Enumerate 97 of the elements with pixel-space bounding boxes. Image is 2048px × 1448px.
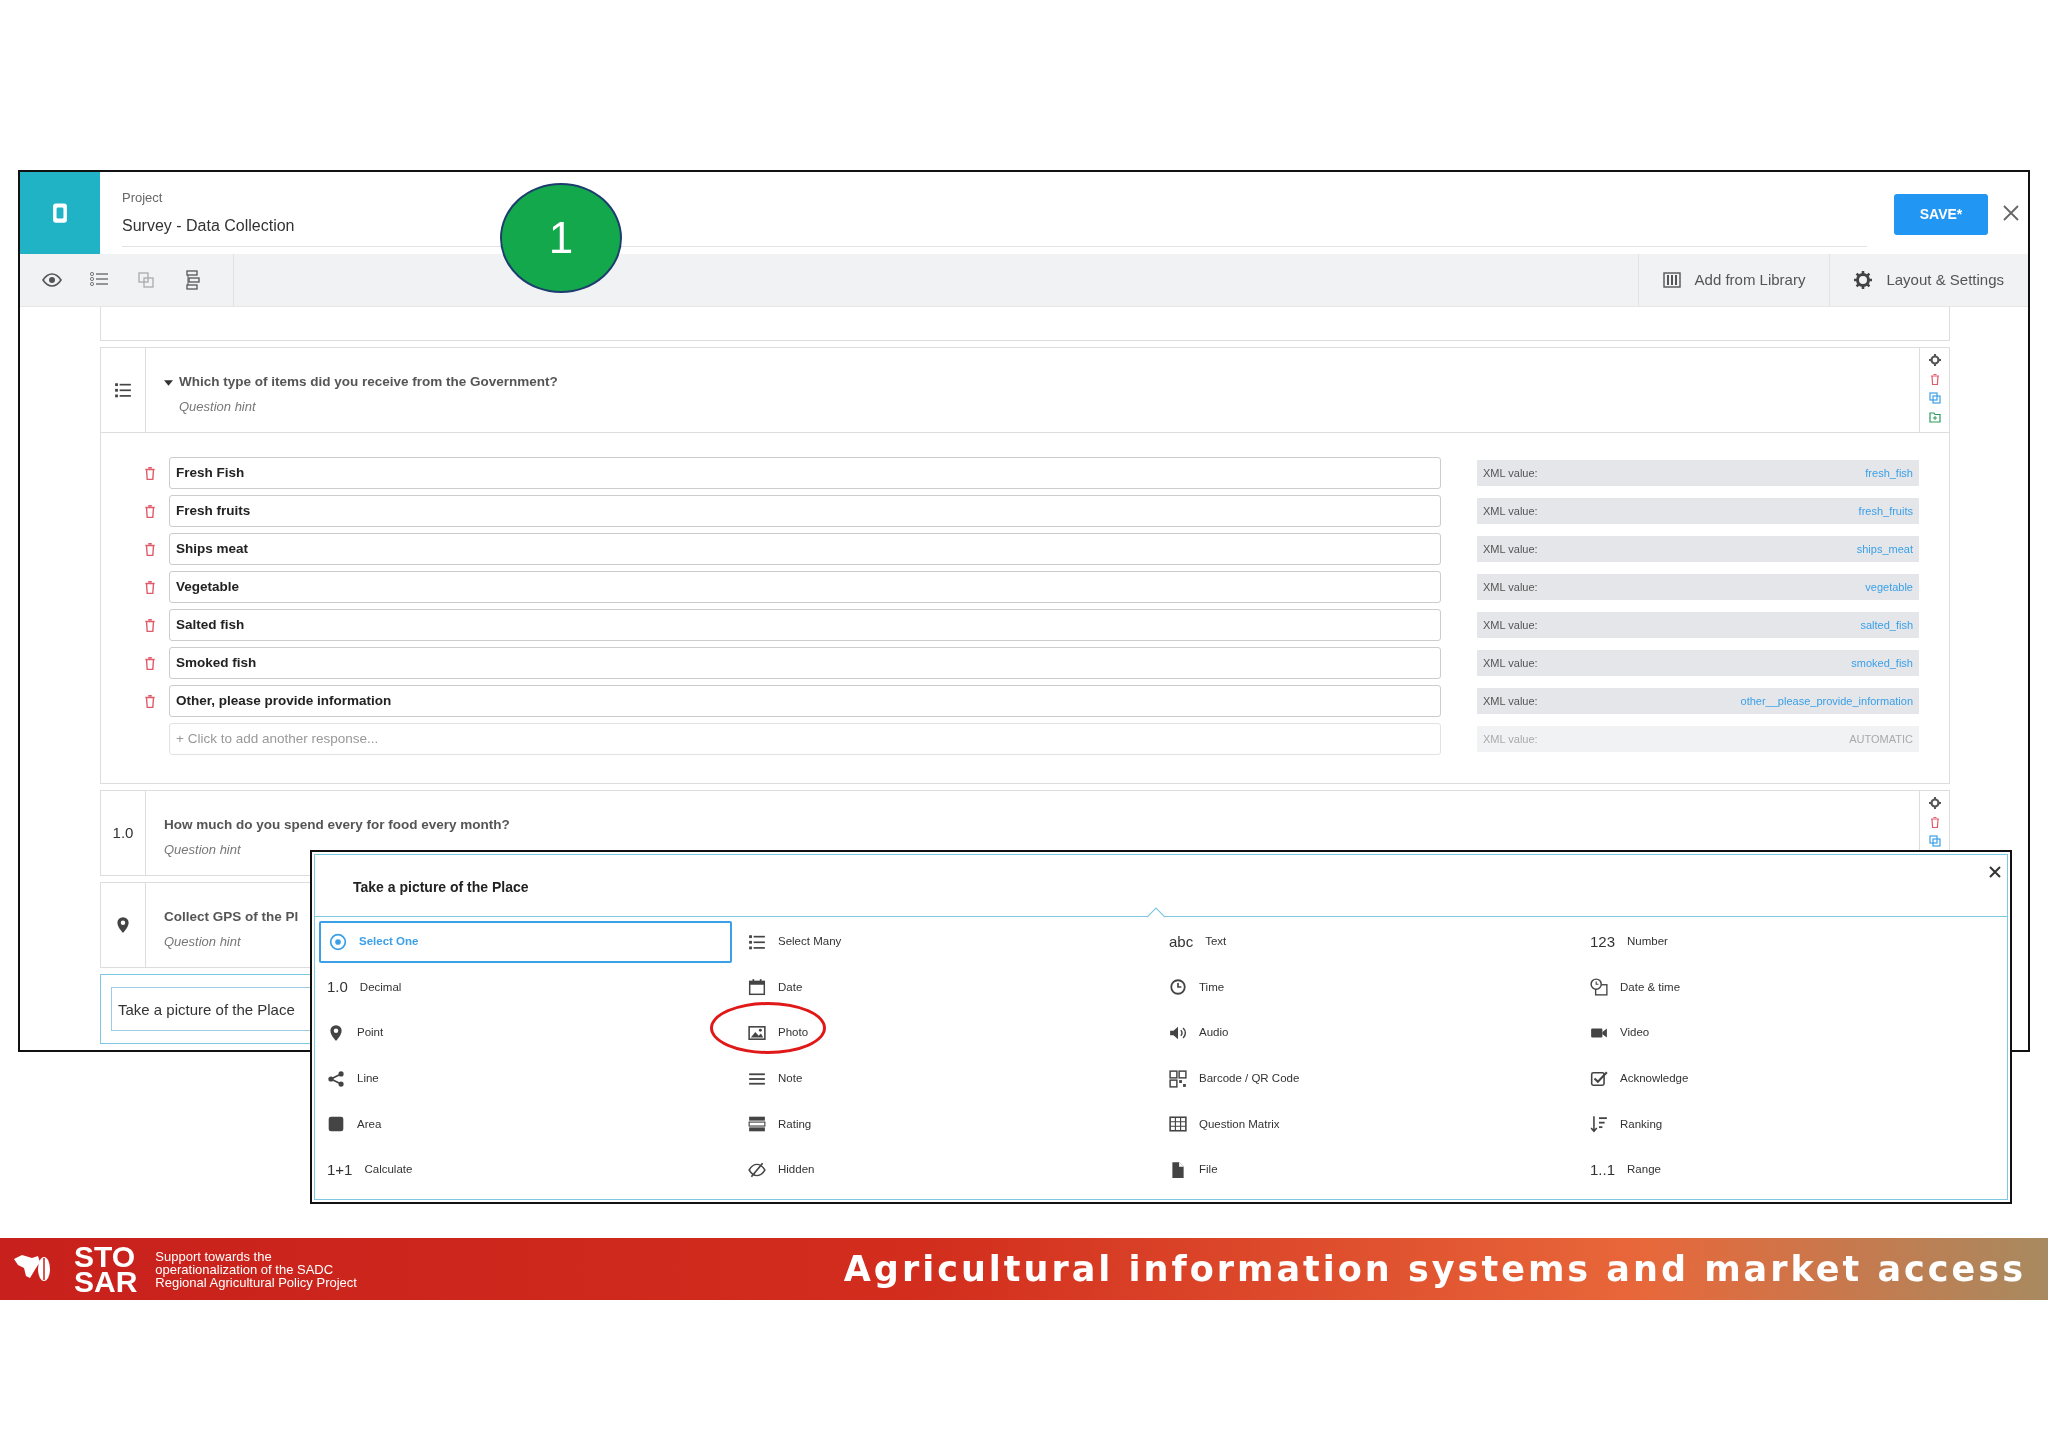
- question-type-option[interactable]: Rating: [740, 1103, 1153, 1145]
- question-type-option[interactable]: Hidden: [740, 1148, 1153, 1191]
- pointer-icon: [1147, 907, 1165, 918]
- xml-value-field[interactable]: XML value: vegetable: [1477, 574, 1919, 600]
- question-title: How much do you spend every for food every month?: [164, 816, 510, 834]
- trash-icon[interactable]: [143, 618, 157, 632]
- trash-icon[interactable]: [1928, 373, 1941, 385]
- picker-title: Take a picture of the Place: [315, 855, 2007, 917]
- question-type-option[interactable]: Ranking: [1582, 1103, 1995, 1145]
- trash-icon[interactable]: [143, 542, 157, 556]
- xml-value-field[interactable]: XML value: salted_fish: [1477, 612, 1919, 638]
- clock-icon: [1169, 978, 1187, 997]
- question-type-option[interactable]: Video: [1582, 1012, 1995, 1054]
- question-type-option[interactable]: Photo: [740, 1012, 1153, 1054]
- copy-icon[interactable]: [1928, 835, 1941, 847]
- glyph-icon: 1.0: [112, 821, 134, 845]
- question-type-option[interactable]: abc Text: [1161, 921, 1574, 963]
- option-field[interactable]: Smoked fish: [169, 647, 1441, 679]
- sort-icon: [1590, 1115, 1608, 1134]
- xml-value-field[interactable]: XML value: smoked_fish: [1477, 650, 1919, 676]
- glyph-icon: 1+1: [327, 1158, 353, 1181]
- trash-icon[interactable]: [143, 580, 157, 594]
- question-hint: Question hint: [164, 933, 242, 952]
- trash-icon[interactable]: [143, 656, 157, 670]
- field-label: Project: [122, 189, 164, 207]
- question-type-option[interactable]: 1..1 Range: [1582, 1148, 1995, 1191]
- question-title: Collect GPS of the Pl: [164, 908, 299, 926]
- eye-slash-icon: [748, 1160, 766, 1179]
- glyph-icon: 123: [1590, 930, 1616, 954]
- question-type-option[interactable]: Date: [740, 966, 1153, 1009]
- file-icon: [1169, 1160, 1187, 1179]
- checkbox-icon: [1590, 1069, 1608, 1088]
- xml-value-field[interactable]: XML value: fresh_fish: [1477, 460, 1919, 486]
- flowchart-icon[interactable]: [183, 270, 203, 290]
- trash-icon[interactable]: [143, 694, 157, 708]
- question-type-option[interactable]: 1+1 Calculate: [319, 1148, 732, 1191]
- question-title: Which type of items did you receive from the Government?: [179, 373, 558, 391]
- pin-icon: [327, 1024, 345, 1042]
- library-icon: [1662, 271, 1681, 289]
- trash-icon[interactable]: [143, 466, 157, 480]
- close-icon: [2002, 203, 2020, 222]
- folder-icon[interactable]: [1928, 411, 1941, 423]
- logo-text: STO: [74, 1243, 136, 1269]
- banner-tagline: Agricultural information systems and market access: [843, 1247, 2026, 1291]
- toolbar-button[interactable]: Add from Library: [1637, 254, 1830, 306]
- list-icon: [114, 381, 132, 399]
- question-hint: Question hint: [179, 398, 257, 417]
- question-type-option[interactable]: 1.0 Decimal: [319, 966, 732, 1009]
- calendar-icon: [748, 978, 766, 997]
- question-type-option[interactable]: File: [1161, 1148, 1574, 1191]
- image-icon: [748, 1024, 766, 1042]
- qr-code-icon: [1169, 1069, 1187, 1088]
- question-type-option[interactable]: Line: [319, 1057, 732, 1100]
- trash-icon[interactable]: [1928, 816, 1941, 828]
- caret-down-icon[interactable]: [164, 380, 173, 386]
- pin-icon: [114, 916, 132, 934]
- question-type-option[interactable]: 123 Number: [1582, 921, 1995, 963]
- list-icon: [748, 932, 766, 951]
- table-icon: [1169, 1115, 1187, 1134]
- close-icon: [1989, 865, 2001, 878]
- question-type-option[interactable]: Acknowledge: [1582, 1057, 1995, 1100]
- question-type-option[interactable]: Date & time: [1582, 966, 1995, 1009]
- question-type-option[interactable]: Select Many: [740, 921, 1153, 963]
- option-field[interactable]: Vegetable: [169, 571, 1441, 603]
- speaker-icon: [1169, 1024, 1187, 1042]
- option-field[interactable]: Salted fish: [169, 609, 1441, 641]
- project-description: Support towards the operationalization of the SADC Regional Agricultural Policy Project: [155, 1249, 358, 1289]
- toolbar-button[interactable]: Layout & Settings: [1829, 254, 2028, 306]
- question-type-option[interactable]: Barcode / QR Code: [1161, 1057, 1574, 1100]
- option-field[interactable]: Ships meat: [169, 533, 1441, 565]
- duplicate-icon[interactable]: [136, 270, 156, 290]
- clock-calendar-icon: [1590, 978, 1608, 997]
- glyph-icon: 1.0: [327, 976, 348, 999]
- copy-icon[interactable]: [1928, 392, 1941, 404]
- trash-icon[interactable]: [143, 504, 157, 518]
- share-icon: [327, 1069, 345, 1088]
- logo-text: SAR: [74, 1269, 138, 1295]
- stacked-bars-icon: [748, 1115, 766, 1134]
- option-field[interactable]: Fresh fruits: [169, 495, 1441, 527]
- preview-icon[interactable]: [42, 270, 62, 290]
- question-hint: Question hint: [164, 841, 242, 860]
- xml-value-field[interactable]: XML value: other__please_provide_information: [1477, 688, 1919, 714]
- glyph-icon: 1..1: [1590, 1158, 1616, 1181]
- question-type-option[interactable]: Point: [319, 1012, 732, 1054]
- question-type-option[interactable]: Note: [740, 1057, 1153, 1100]
- question-input[interactable]: Take a picture of the Place: [111, 987, 311, 1031]
- question-type-option[interactable]: Time: [1161, 966, 1574, 1009]
- question-type-option[interactable]: Question Matrix: [1161, 1103, 1574, 1145]
- radio-icon: [329, 932, 347, 951]
- xml-value-field[interactable]: XML value: ships_meat: [1477, 536, 1919, 562]
- xml-value-field[interactable]: XML value: fresh_fruits: [1477, 498, 1919, 524]
- question-type-option[interactable]: Area: [319, 1103, 732, 1145]
- option-field[interactable]: Fresh Fish: [169, 457, 1441, 489]
- glyph-icon: abc: [1169, 930, 1194, 954]
- square-icon: [327, 1115, 345, 1134]
- question-type-option[interactable]: Audio: [1161, 1012, 1574, 1054]
- option-field[interactable]: Other, please provide information: [169, 685, 1441, 717]
